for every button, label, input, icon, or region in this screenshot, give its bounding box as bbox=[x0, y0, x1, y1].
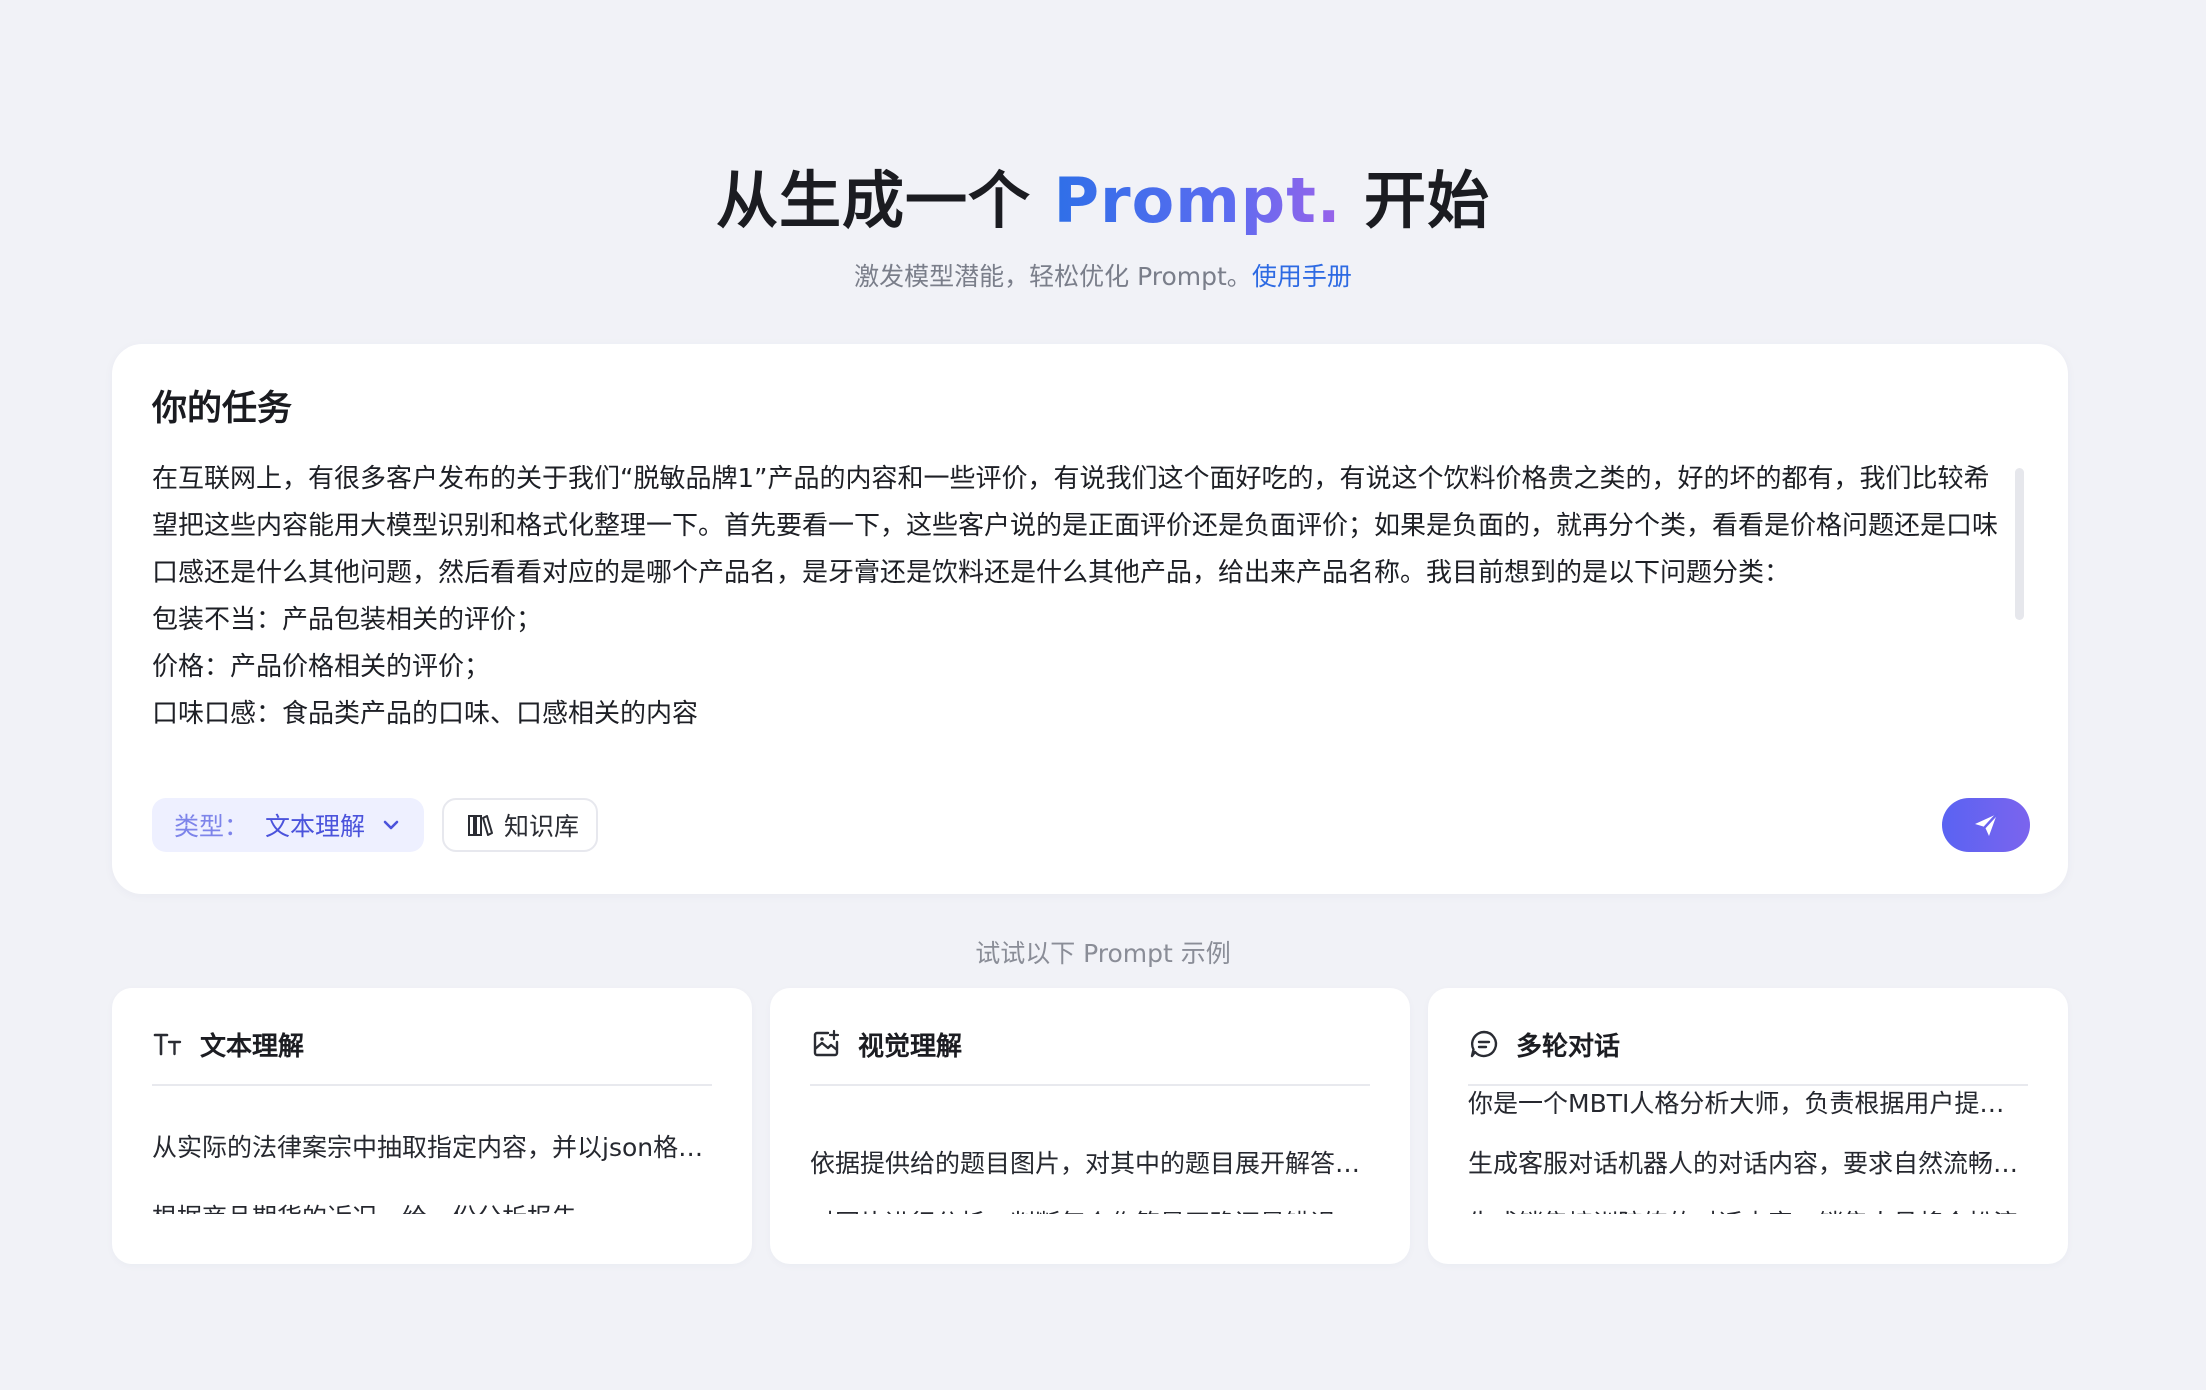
task-paragraph: 包装不当：产品包装相关的评价； bbox=[152, 605, 543, 635]
example-card-title: 多轮对话 bbox=[1516, 1031, 1621, 1062]
example-item[interactable]: 对图片进行分析，判断每个作答是正确还是错误 bbox=[810, 1204, 1370, 1214]
example-card-chat[interactable]: 多轮对话 你是一个MBTI人格分析大师，负责根据用户提供的信息进行分析 生成客服… bbox=[1428, 988, 2068, 1264]
books-icon bbox=[468, 815, 493, 836]
type-label: 类型： bbox=[174, 812, 250, 841]
task-paragraph: 口味口感：食品类产品的口味、口感相关的内容 bbox=[152, 699, 699, 729]
task-paragraph: 价格：产品价格相关的评价； bbox=[152, 652, 491, 682]
image-icon bbox=[810, 1028, 842, 1060]
page-title: 从生成一个 Prompt. 开始 bbox=[0, 150, 2206, 240]
example-list: 从实际的法律案宗中抽取指定内容，并以json格式输出 根据商品期货的近况，给一份… bbox=[152, 1086, 712, 1214]
page: 从生成一个 Prompt. 开始 激发模型潜能，轻松优化 Prompt。使用手册… bbox=[0, 0, 2206, 1390]
task-scrollbar[interactable] bbox=[2015, 468, 2024, 620]
example-card-header: 多轮对话 bbox=[1468, 1024, 1620, 1064]
knowledge-base-button[interactable]: 知识库 bbox=[442, 798, 598, 852]
send-icon bbox=[1975, 812, 1999, 836]
example-list: 你是一个MBTI人格分析大师，负责根据用户提供的信息进行分析 生成客服对话机器人… bbox=[1468, 1086, 2028, 1214]
example-card-title: 视觉理解 bbox=[858, 1031, 963, 1062]
title-prefix: 从生成一个 bbox=[716, 164, 1054, 237]
example-card-header: 文本理解 bbox=[152, 1024, 304, 1064]
title-accent: Prompt. bbox=[1053, 164, 1342, 237]
example-item[interactable]: 生成销售培训陪练的对话内容，销售人员将会扮演 bbox=[1468, 1204, 2028, 1214]
example-item[interactable]: 生成客服对话机器人的对话内容，要求自然流畅、亲切友好 bbox=[1468, 1144, 2028, 1180]
type-selector[interactable]: 类型： 文本理解 bbox=[152, 798, 424, 852]
task-card: 你的任务 在互联网上，有很多客户发布的关于我们“脱敏品牌1”产品的内容和一些评价… bbox=[112, 344, 2068, 894]
example-card-title: 文本理解 bbox=[200, 1031, 305, 1062]
send-button[interactable] bbox=[1942, 798, 2030, 852]
page-subtitle: 激发模型潜能，轻松优化 Prompt。使用手册 bbox=[0, 257, 2206, 293]
example-item[interactable]: 你是一个MBTI人格分析大师，负责根据用户提供的信息进行分析 bbox=[1468, 1086, 2028, 1120]
example-list: 依据提供给的题目图片，对其中的题目展开解答并给出过程 对图片进行分析，判断每个作… bbox=[810, 1086, 1370, 1214]
example-card-vision[interactable]: 视觉理解 依据提供给的题目图片，对其中的题目展开解答并给出过程 对图片进行分析，… bbox=[770, 988, 1410, 1264]
example-item[interactable]: 依据提供给的题目图片，对其中的题目展开解答并给出过程 bbox=[810, 1144, 1370, 1180]
chat-icon bbox=[1468, 1028, 1500, 1060]
examples-label: 试试以下 Prompt 示例 bbox=[975, 939, 1231, 968]
task-paragraph: 在互联网上，有很多客户发布的关于我们“脱敏品牌1”产品的内容和一些评价，有说我们… bbox=[152, 464, 1999, 588]
subtitle-text: 激发模型潜能，轻松优化 Prompt。 bbox=[854, 262, 1252, 291]
knowledge-base-label: 知识库 bbox=[504, 812, 580, 841]
text-icon bbox=[152, 1028, 184, 1060]
task-heading: 你的任务 bbox=[152, 389, 293, 429]
example-item[interactable]: 从实际的法律案宗中抽取指定内容，并以json格式输出 bbox=[152, 1128, 712, 1164]
chevron-down-icon bbox=[383, 820, 399, 830]
example-card-header: 视觉理解 bbox=[810, 1024, 962, 1064]
type-value: 文本理解 bbox=[265, 812, 366, 841]
title-suffix: 开始 bbox=[1341, 164, 1490, 237]
user-manual-link[interactable]: 使用手册 bbox=[1252, 262, 1352, 291]
example-item[interactable]: 根据商品期货的近况，给一份分析报告。 bbox=[152, 1198, 712, 1214]
task-input[interactable]: 在互联网上，有很多客户发布的关于我们“脱敏品牌1”产品的内容和一些评价，有说我们… bbox=[152, 456, 2014, 758]
example-card-text[interactable]: 文本理解 从实际的法律案宗中抽取指定内容，并以json格式输出 根据商品期货的近… bbox=[112, 988, 752, 1264]
